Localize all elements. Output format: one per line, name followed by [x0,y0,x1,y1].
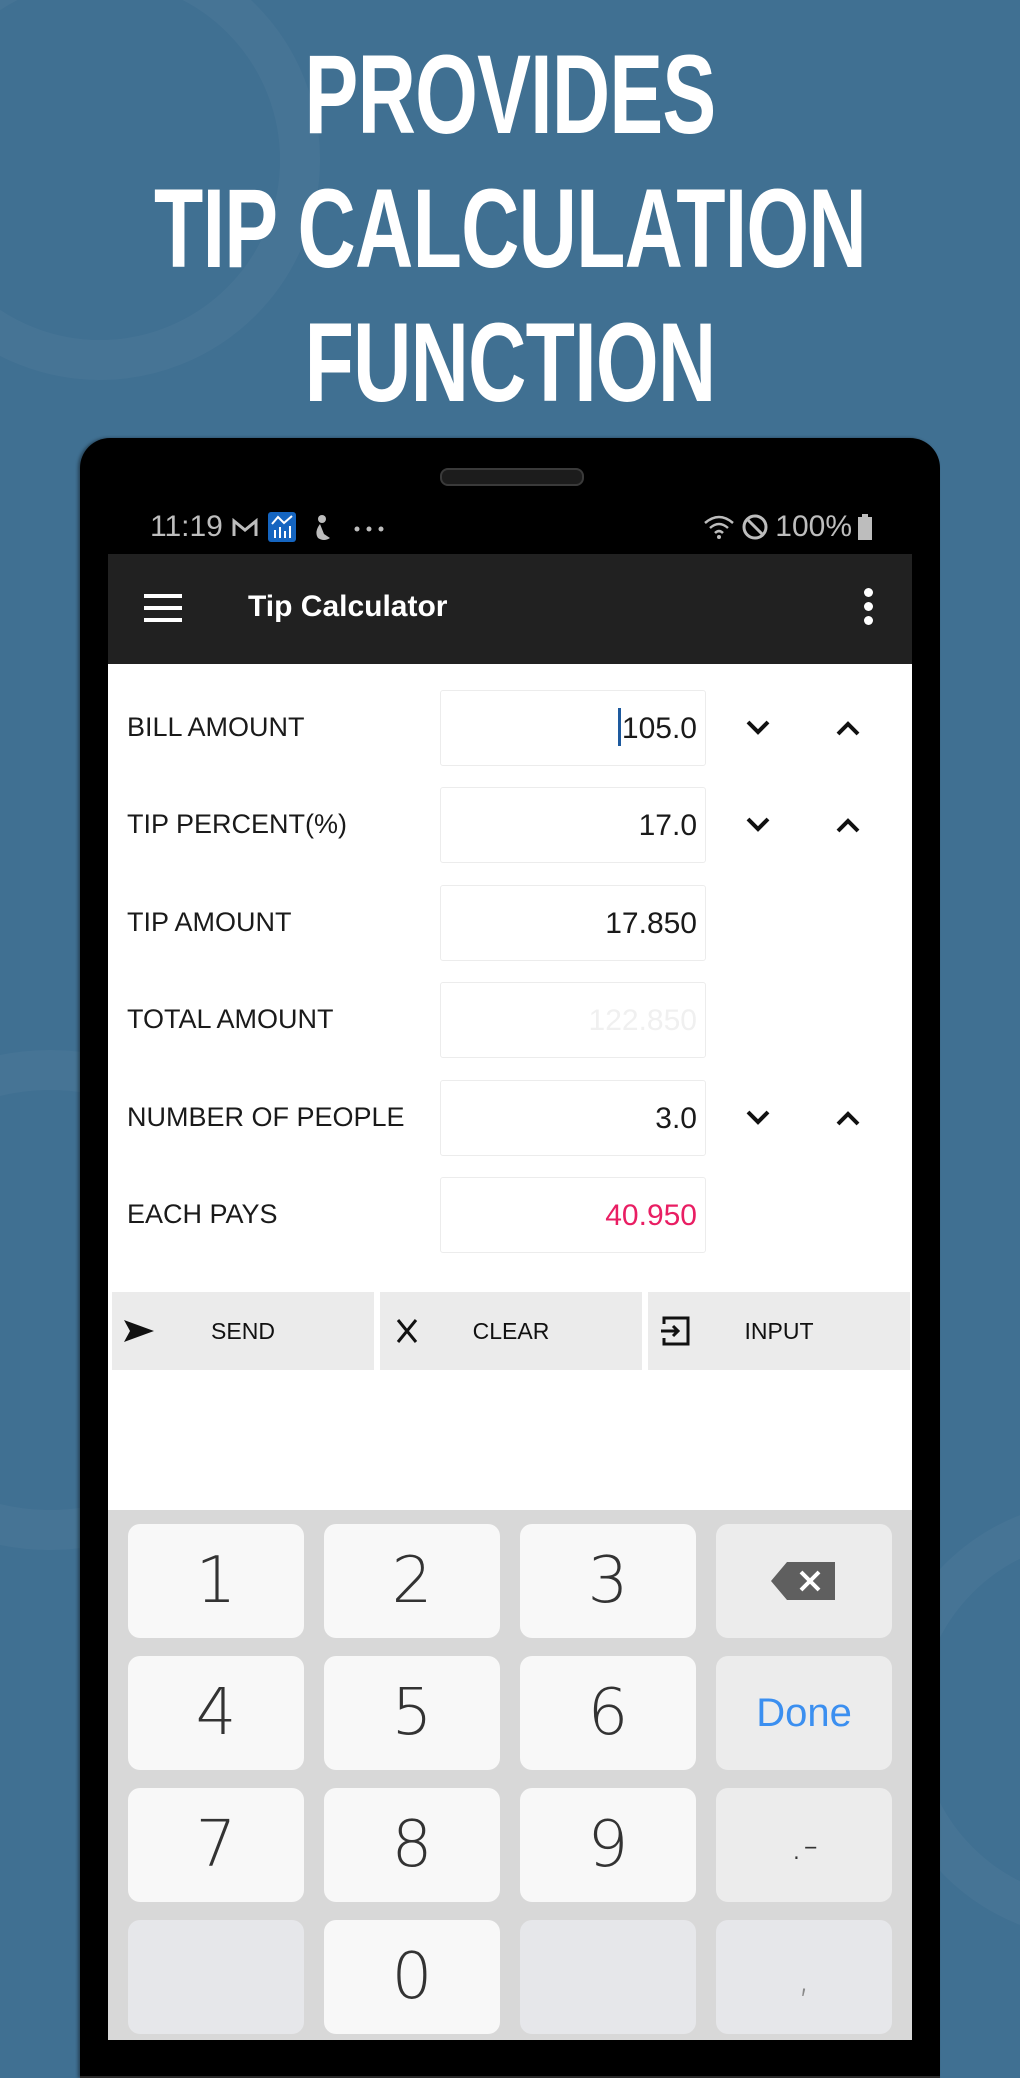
backspace-key[interactable] [716,1524,892,1638]
bill-amount-input[interactable]: 105.0 [440,690,706,766]
clear-button[interactable]: CLEAR [380,1292,642,1370]
key-8[interactable]: 8 [324,1788,500,1902]
status-bar: 11:19 100% [108,498,912,554]
key-1[interactable]: 1 [128,1524,304,1638]
app-bar: Tip Calculator [108,554,912,664]
done-key[interactable]: Done [716,1656,892,1770]
each-pays-field: 40.950 [440,1177,706,1253]
row-bill-amount: BILL AMOUNT 105.0 [108,690,912,768]
app-title: Tip Calculator [248,590,448,623]
tip-percent-increment-chevron-up-icon[interactable] [828,805,868,845]
bill-amount-decrement-chevron-down-icon[interactable] [738,708,778,748]
headline-line-1: PROVIDES [304,32,717,157]
total-amount-label: TOTAL AMOUNT [127,1004,334,1034]
row-each-pays: EACH PAYS 40.950 [108,1177,912,1255]
tip-percent-decrement-chevron-down-icon[interactable] [738,805,778,845]
key-6[interactable]: 6 [520,1656,696,1770]
decimal-minus-key[interactable]: .- [716,1788,892,1902]
battery-icon [858,514,872,540]
key-3[interactable]: 3 [520,1524,696,1638]
each-pays-label: EACH PAYS [127,1199,278,1229]
headline-line-2: TIP CALCULATION [154,166,867,291]
input-label: INPUT [744,1318,814,1344]
status-time: 11:19 [150,510,223,543]
send-button[interactable]: SEND [112,1292,374,1370]
key-9[interactable]: 9 [520,1788,696,1902]
do-not-disturb-icon [742,514,768,540]
key-7[interactable]: 7 [128,1788,304,1902]
wifi-icon [704,515,735,539]
row-number-of-people: NUMBER OF PEOPLE 3.0 [108,1080,912,1158]
people-increment-chevron-up-icon[interactable] [828,1098,868,1138]
key-0[interactable]: 0 [324,1920,500,2034]
total-amount-field: 122.850 [440,982,706,1058]
phone-speaker [440,468,584,486]
headline-line-3: FUNCTION [304,300,717,425]
battery-percent: 100% [775,510,852,543]
send-label: SEND [211,1318,275,1344]
blank-key-left[interactable] [128,1920,304,2034]
key-5[interactable]: 5 [324,1656,500,1770]
phone-screen: 11:19 100% Tip Calculator BILL AMOUNT 10… [108,498,912,2040]
tip-amount-label: TIP AMOUNT [127,907,292,937]
number-of-people-input[interactable]: 3.0 [440,1080,706,1156]
row-tip-percent: TIP PERCENT(%) 17.0 [108,787,912,865]
row-tip-amount: TIP AMOUNT 17.850 [108,885,912,963]
people-decrement-chevron-down-icon[interactable] [738,1098,778,1138]
key-2[interactable]: 2 [324,1524,500,1638]
tip-amount-field[interactable]: 17.850 [440,885,706,961]
numeric-keyboard: 1 2 3 4 5 6 Done 7 8 9 .- 0 , [108,1510,912,2040]
chart-app-icon [268,512,296,542]
input-button[interactable]: INPUT [648,1292,910,1370]
bill-amount-increment-chevron-up-icon[interactable] [828,708,868,748]
figure-icon [316,515,330,540]
number-of-people-label: NUMBER OF PEOPLE [127,1102,405,1132]
hamburger-icon[interactable] [144,594,182,622]
promo-headline: PROVIDES TIP CALCULATION FUNCTION [143,28,877,430]
comma-key[interactable]: , [716,1920,892,2034]
status-right: 100% [703,510,872,544]
clear-label: CLEAR [472,1318,550,1344]
row-total-amount: TOTAL AMOUNT 122.850 [108,982,912,1060]
gmail-icon [232,518,258,536]
bill-amount-label: BILL AMOUNT [127,712,305,742]
more-notifications-icon [354,526,384,532]
key-4[interactable]: 4 [128,1656,304,1770]
tip-percent-label: TIP PERCENT(%) [127,809,348,839]
more-vert-icon[interactable] [864,588,874,628]
text-cursor [617,708,621,747]
tip-percent-input[interactable]: 17.0 [440,787,706,863]
backspace-icon [771,1562,835,1600]
blank-key-right[interactable] [520,1920,696,2034]
